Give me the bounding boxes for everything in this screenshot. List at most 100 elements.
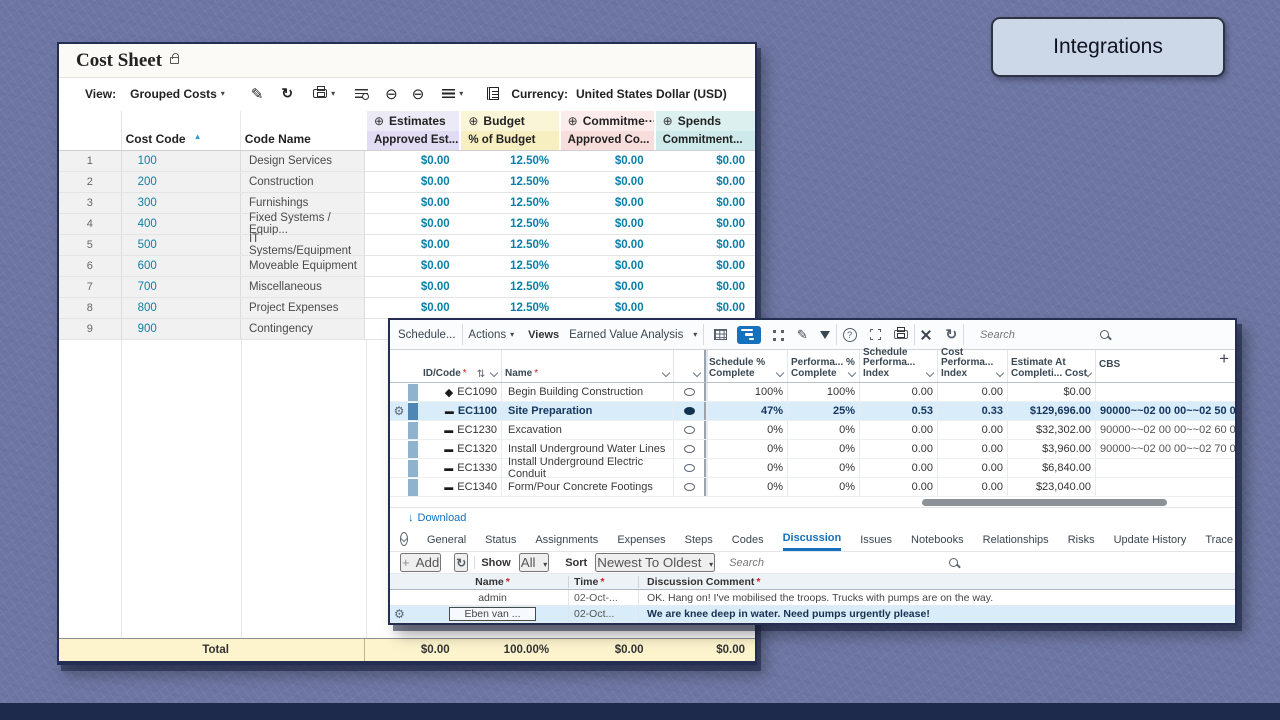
approved-estimate-cell[interactable]: $0.00 xyxy=(365,277,459,297)
cost-code-cell[interactable]: 500 xyxy=(122,235,241,255)
discussion-cell[interactable] xyxy=(674,478,706,496)
detail-tab[interactable]: Issues xyxy=(860,529,892,550)
views-dropdown[interactable]: Earned Value Analysis ▾ xyxy=(569,329,697,341)
activity-row[interactable]: ⚙ ▬ EC1340 Form/Pour Concrete Footings 0… xyxy=(390,478,1235,497)
commitment-spend-cell[interactable]: $0.00 xyxy=(654,277,755,297)
schedule-pct-cell[interactable]: 0% xyxy=(706,440,788,458)
fullscreen-button[interactable] xyxy=(870,329,881,340)
activity-id-cell[interactable]: ▬ EC1230 xyxy=(418,421,502,439)
integrations-button[interactable]: Integrations xyxy=(991,17,1225,77)
cpi-cell[interactable]: 0.00 xyxy=(938,383,1008,401)
activity-name-cell[interactable]: Form/Pour Concrete Footings xyxy=(502,478,674,496)
cost-row[interactable]: 6 600 Moveable Equipment $0.00 12.50% $0… xyxy=(59,256,755,277)
name-column-header[interactable]: Name * xyxy=(502,350,674,382)
gear-icon[interactable]: ⚙ xyxy=(394,404,405,418)
refresh-comments-button[interactable]: ↻ xyxy=(454,553,468,572)
commitment-spend-cell[interactable]: $0.00 xyxy=(654,298,755,318)
activity-name-cell[interactable]: Excavation xyxy=(502,421,674,439)
approved-commitment-cell[interactable]: $0.00 xyxy=(559,235,653,255)
detail-tab[interactable]: Discussion xyxy=(783,527,842,551)
approved-estimate-cell[interactable]: $0.00 xyxy=(365,235,459,255)
cost-row[interactable]: 4 400 Fixed Systems / Equip... $0.00 12.… xyxy=(59,214,755,235)
cpi-cell[interactable]: 0.33 xyxy=(938,402,1008,420)
pct-of-budget-cell[interactable]: 12.50% xyxy=(460,193,559,213)
menu-button[interactable]: ▾ xyxy=(442,89,463,98)
schedule-pct-cell[interactable]: 0% xyxy=(706,478,788,496)
activity-row[interactable]: ⚙ ▬ EC1100 Site Preparation 47% 25% 0.53… xyxy=(390,402,1235,421)
commitment-spend-cell[interactable]: $0.00 xyxy=(654,235,755,255)
cost-row[interactable]: 2 200 Construction $0.00 12.50% $0.00 $0… xyxy=(59,172,755,193)
name-header[interactable]: Name* xyxy=(417,576,569,588)
cbs-cell[interactable] xyxy=(1096,459,1235,477)
search-input[interactable] xyxy=(980,329,1100,341)
detail-tab[interactable]: Assignments xyxy=(535,529,598,550)
detail-tab[interactable]: Steps xyxy=(685,529,713,550)
performance-pct-cell[interactable]: 0% xyxy=(788,440,860,458)
gantt-view-button[interactable] xyxy=(737,326,761,344)
eac-cell[interactable]: $0.00 xyxy=(1008,383,1096,401)
show-filter-dropdown[interactable]: All ▾ xyxy=(519,553,550,572)
tools-button[interactable] xyxy=(920,329,932,341)
spi-column-header[interactable]: Schedule Performa... Index xyxy=(860,350,938,382)
activity-id-cell[interactable]: ◆ EC1090 xyxy=(418,383,502,401)
spi-cell[interactable]: 0.00 xyxy=(860,421,938,439)
column-menu-icon[interactable] xyxy=(490,369,498,377)
eac-cell[interactable]: $6,840.00 xyxy=(1008,459,1096,477)
cost-row[interactable]: 1 100 Design Services $0.00 12.50% $0.00… xyxy=(59,151,755,172)
approved-commitment-cell[interactable]: $0.00 xyxy=(559,256,653,276)
detail-tab[interactable]: General xyxy=(427,529,466,550)
schedule-pct-cell[interactable]: 0% xyxy=(706,459,788,477)
eac-cell[interactable]: $3,960.00 xyxy=(1008,440,1096,458)
column-menu-icon[interactable] xyxy=(662,369,670,377)
pct-of-budget-cell[interactable]: 12.50% xyxy=(460,172,559,192)
time-header[interactable]: Time* xyxy=(569,576,639,588)
activity-name-cell[interactable]: Site Preparation xyxy=(502,402,674,420)
refresh-button[interactable]: ↻ xyxy=(945,326,957,343)
cost-code-cell[interactable]: 700 xyxy=(122,277,241,297)
markup-button[interactable]: ✎ xyxy=(797,327,808,343)
discussion-column-header[interactable] xyxy=(674,350,706,382)
comment-author-cell[interactable]: admin xyxy=(417,590,569,605)
approved-estimate-cell[interactable]: $0.00 xyxy=(365,172,459,192)
detail-tab[interactable]: Relationships xyxy=(983,529,1049,550)
approved-commitment-cell[interactable]: $0.00 xyxy=(559,277,653,297)
spi-cell[interactable]: 0.00 xyxy=(860,478,938,496)
discussion-row[interactable]: ⚙ admin 02-Oct-... OK. Hang on! I've mob… xyxy=(390,590,1235,606)
code-name-cell[interactable]: Miscellaneous xyxy=(241,277,365,297)
discussion-cell[interactable] xyxy=(674,459,706,477)
estimates-group-header[interactable]: ⊕Estimates Approved Est... xyxy=(365,111,459,150)
activity-id-cell[interactable]: ▬ EC1320 xyxy=(418,440,502,458)
approved-estimate-cell[interactable]: $0.00 xyxy=(365,256,459,276)
performance-pct-column-header[interactable]: Performa... % Complete xyxy=(788,350,860,382)
cbs-cell[interactable]: 90000~~02 00 00~~02 70 00 xyxy=(1096,440,1235,458)
discussion-cell[interactable] xyxy=(674,383,706,401)
activity-name-cell[interactable]: Begin Building Construction xyxy=(502,383,674,401)
detail-tab[interactable]: Status xyxy=(485,529,516,550)
approved-estimate-cell[interactable]: $0.00 xyxy=(365,151,459,171)
cbs-cell[interactable]: 90000~~02 00 00~~02 50 00 xyxy=(1096,402,1235,420)
cpi-cell[interactable]: 0.00 xyxy=(938,421,1008,439)
approved-commitment-cell[interactable]: $0.00 xyxy=(559,193,653,213)
comment-bubble-icon[interactable] xyxy=(684,464,695,472)
cpi-cell[interactable]: 0.00 xyxy=(938,478,1008,496)
discussion-row[interactable]: ⚙ Eben van ... 02-Oct... We are knee dee… xyxy=(390,606,1235,623)
spi-cell[interactable]: 0.53 xyxy=(860,402,938,420)
performance-pct-cell[interactable]: 0% xyxy=(788,421,860,439)
code-name-cell[interactable]: IT Systems/Equipment xyxy=(241,235,365,255)
collapse-button[interactable]: ⊖ xyxy=(385,85,398,103)
activity-row[interactable]: ⚙ ▬ EC1230 Excavation 0% 0% 0.00 0.00 $3… xyxy=(390,421,1235,440)
cbs-column-header[interactable]: CBS + xyxy=(1096,350,1235,382)
cbs-cell[interactable] xyxy=(1096,383,1235,401)
code-name-cell[interactable]: Fixed Systems / Equip... xyxy=(241,214,365,234)
cpi-column-header[interactable]: Cost Performa... Index xyxy=(938,350,1008,382)
filter-button[interactable] xyxy=(820,331,830,339)
detail-tab[interactable]: Trace Logic xyxy=(1205,529,1235,550)
approved-commitment-cell[interactable]: $0.00 xyxy=(559,172,653,192)
approved-estimate-cell[interactable]: $0.00 xyxy=(365,298,459,318)
cost-code-cell[interactable]: 600 xyxy=(122,256,241,276)
find-in-sheet-button[interactable] xyxy=(355,89,368,98)
print-button[interactable]: ▾ xyxy=(313,89,335,98)
search-icon[interactable] xyxy=(949,558,958,567)
cost-row[interactable]: 3 300 Furnishings $0.00 12.50% $0.00 $0.… xyxy=(59,193,755,214)
plus-circle-icon[interactable]: ⊕ xyxy=(663,114,673,128)
